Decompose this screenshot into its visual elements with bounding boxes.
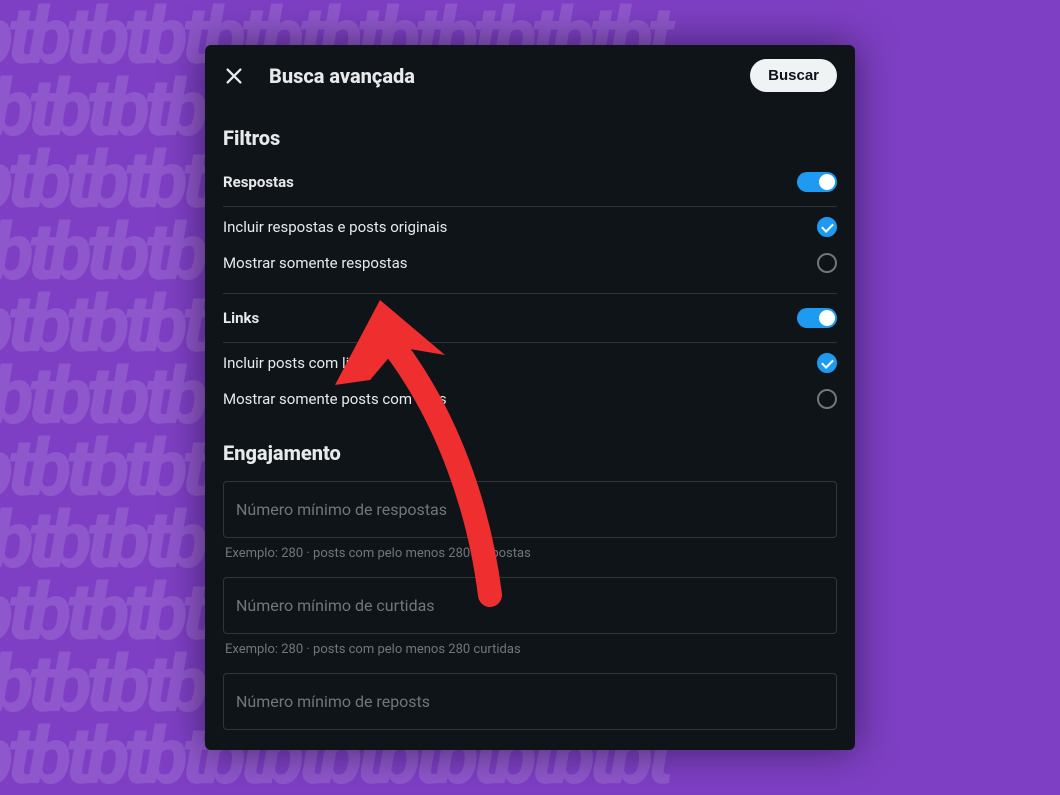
modal-content: Filtros Respostas Incluir respostas e po… [205, 106, 855, 750]
input-min-reposts[interactable]: Número mínimo de reposts [223, 673, 837, 730]
toggle-respostas[interactable] [797, 172, 837, 192]
radio-include-links[interactable] [817, 353, 837, 373]
label-include-respostas: Incluir respostas e posts originais [223, 218, 447, 236]
hint-min-curtidas: Exemplo: 280 · posts com pelo menos 280 … [223, 642, 837, 657]
toggle-links[interactable] [797, 308, 837, 328]
label-only-respostas: Mostrar somente respostas [223, 254, 408, 272]
row-only-links[interactable]: Mostrar somente posts com links [223, 381, 837, 417]
row-respostas-toggle: Respostas [223, 160, 837, 204]
row-include-respostas[interactable]: Incluir respostas e posts originais [223, 209, 837, 245]
row-only-respostas[interactable]: Mostrar somente respostas [223, 245, 837, 281]
label-links: Links [223, 309, 259, 327]
placeholder-min-reposts: Número mínimo de reposts [236, 692, 824, 711]
placeholder-min-respostas: Número mínimo de respostas [236, 500, 824, 519]
divider [223, 206, 837, 207]
section-title-filtros: Filtros [223, 126, 837, 150]
section-title-engajamento: Engajamento [223, 441, 837, 465]
radio-only-links[interactable] [817, 389, 837, 409]
radio-only-respostas[interactable] [817, 253, 837, 273]
divider [223, 293, 837, 294]
label-include-links: Incluir posts com links [223, 354, 373, 372]
radio-include-respostas[interactable] [817, 217, 837, 237]
advanced-search-modal: Busca avançada Buscar Filtros Respostas … [205, 45, 855, 750]
divider [223, 342, 837, 343]
row-include-links[interactable]: Incluir posts com links [223, 345, 837, 381]
modal-header: Busca avançada Buscar [205, 45, 855, 106]
input-min-curtidas[interactable]: Número mínimo de curtidas [223, 577, 837, 634]
close-icon[interactable] [223, 65, 245, 87]
modal-title: Busca avançada [269, 64, 726, 88]
label-only-links: Mostrar somente posts com links [223, 390, 447, 408]
label-respostas: Respostas [223, 173, 294, 191]
placeholder-min-curtidas: Número mínimo de curtidas [236, 596, 824, 615]
search-button[interactable]: Buscar [750, 59, 837, 92]
hint-min-respostas: Exemplo: 280 · posts com pelo menos 280 … [223, 546, 837, 561]
row-links-toggle: Links [223, 296, 837, 340]
input-min-respostas[interactable]: Número mínimo de respostas [223, 481, 837, 538]
